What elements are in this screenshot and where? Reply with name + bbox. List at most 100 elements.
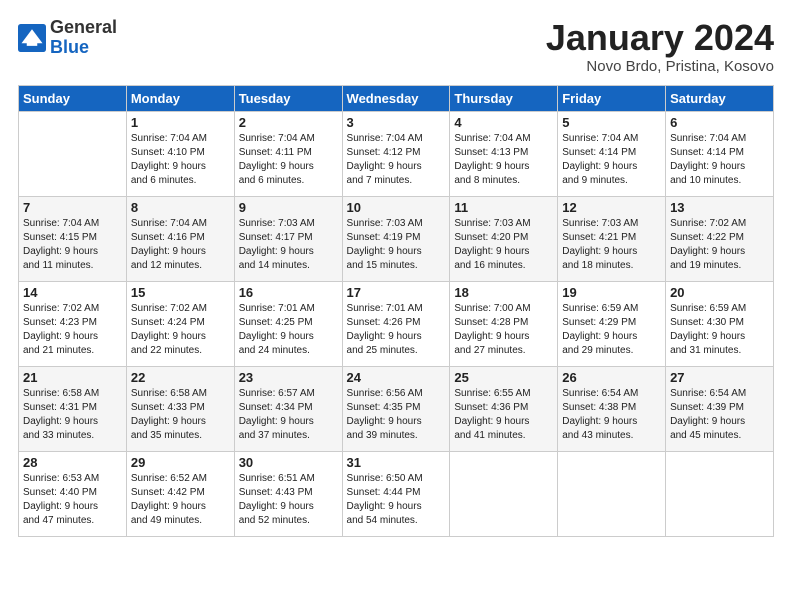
calendar-cell	[666, 451, 774, 536]
calendar-cell: 25 Sunrise: 6:55 AM Sunset: 4:36 PM Dayli…	[450, 366, 558, 451]
day-number: 19	[562, 285, 661, 300]
day-number: 22	[131, 370, 230, 385]
day-number: 5	[562, 115, 661, 130]
day-number: 17	[347, 285, 446, 300]
day-number: 9	[239, 200, 338, 215]
cell-info: Sunrise: 7:02 AM Sunset: 4:24 PM Dayligh…	[131, 302, 230, 358]
header: General Blue January 2024 Novo Brdo, Pri…	[18, 18, 774, 75]
cell-info: Sunrise: 6:59 AM Sunset: 4:30 PM Dayligh…	[670, 302, 769, 358]
day-number: 26	[562, 370, 661, 385]
title-block: January 2024 Novo Brdo, Pristina, Kosovo	[546, 18, 774, 75]
calendar-cell: 15 Sunrise: 7:02 AM Sunset: 4:24 PM Dayli…	[126, 281, 234, 366]
cell-info: Sunrise: 7:02 AM Sunset: 4:23 PM Dayligh…	[23, 302, 122, 358]
day-number: 12	[562, 200, 661, 215]
calendar-cell: 4Sunrise: 7:04 AM Sunset: 4:13 PM Daylig…	[450, 111, 558, 196]
calendar-cell: 22Sunrise: 6:58 AM Sunset: 4:33 PM Dayli…	[126, 366, 234, 451]
calendar-cell: 20 Sunrise: 6:59 AM Sunset: 4:30 PM Dayli…	[666, 281, 774, 366]
calendar-table: SundayMondayTuesdayWednesdayThursdayFrid…	[18, 85, 774, 537]
logo-text: General Blue	[50, 18, 117, 58]
day-number: 27	[670, 370, 769, 385]
calendar-cell: 24Sunrise: 6:56 AM Sunset: 4:35 PM Dayli…	[342, 366, 450, 451]
calendar-cell: 26 Sunrise: 6:54 AM Sunset: 4:38 PM Dayli…	[558, 366, 666, 451]
cell-info: Sunrise: 6:55 AM Sunset: 4:36 PM Dayligh…	[454, 387, 553, 443]
calendar-cell: 8 Sunrise: 7:04 AM Sunset: 4:16 PM Daylig…	[126, 196, 234, 281]
day-number: 29	[131, 455, 230, 470]
cell-info: Sunrise: 7:04 AM Sunset: 4:16 PM Dayligh…	[131, 217, 230, 273]
week-row-1: 1 Sunrise: 7:04 AM Sunset: 4:10 PM Daylig…	[19, 111, 774, 196]
day-number: 11	[454, 200, 553, 215]
day-header-thursday: Thursday	[450, 85, 558, 111]
cell-info: Sunrise: 6:51 AM Sunset: 4:43 PM Dayligh…	[239, 472, 338, 528]
calendar-cell: 18Sunrise: 7:00 AM Sunset: 4:28 PM Dayli…	[450, 281, 558, 366]
day-number: 23	[239, 370, 338, 385]
cell-info: Sunrise: 6:56 AM Sunset: 4:35 PM Dayligh…	[347, 387, 446, 443]
cell-info: Sunrise: 7:03 AM Sunset: 4:17 PM Dayligh…	[239, 217, 338, 273]
month-title: January 2024	[546, 18, 774, 58]
cell-info: Sunrise: 7:00 AM Sunset: 4:28 PM Dayligh…	[454, 302, 553, 358]
cell-info: Sunrise: 6:53 AM Sunset: 4:40 PM Dayligh…	[23, 472, 122, 528]
calendar-cell: 14Sunrise: 7:02 AM Sunset: 4:23 PM Dayli…	[19, 281, 127, 366]
day-number: 16	[239, 285, 338, 300]
week-row-2: 7 Sunrise: 7:04 AM Sunset: 4:15 PM Daylig…	[19, 196, 774, 281]
day-header-wednesday: Wednesday	[342, 85, 450, 111]
cell-info: Sunrise: 7:04 AM Sunset: 4:10 PM Dayligh…	[131, 132, 230, 188]
day-number: 21	[23, 370, 122, 385]
logo-blue: Blue	[50, 38, 117, 58]
logo: General Blue	[18, 18, 117, 58]
cell-info: Sunrise: 7:04 AM Sunset: 4:14 PM Dayligh…	[670, 132, 769, 188]
cell-info: Sunrise: 6:54 AM Sunset: 4:38 PM Dayligh…	[562, 387, 661, 443]
day-number: 7	[23, 200, 122, 215]
calendar-cell: 30 Sunrise: 6:51 AM Sunset: 4:43 PM Dayli…	[234, 451, 342, 536]
calendar-cell: 11Sunrise: 7:03 AM Sunset: 4:20 PM Dayli…	[450, 196, 558, 281]
cell-info: Sunrise: 7:03 AM Sunset: 4:19 PM Dayligh…	[347, 217, 446, 273]
cell-info: Sunrise: 7:01 AM Sunset: 4:25 PM Dayligh…	[239, 302, 338, 358]
cell-info: Sunrise: 7:04 AM Sunset: 4:15 PM Dayligh…	[23, 217, 122, 273]
location: Novo Brdo, Pristina, Kosovo	[546, 58, 774, 75]
day-number: 15	[131, 285, 230, 300]
day-header-sunday: Sunday	[19, 85, 127, 111]
calendar-cell	[558, 451, 666, 536]
cell-info: Sunrise: 7:04 AM Sunset: 4:13 PM Dayligh…	[454, 132, 553, 188]
calendar-cell: 7 Sunrise: 7:04 AM Sunset: 4:15 PM Daylig…	[19, 196, 127, 281]
calendar-cell: 12 Sunrise: 7:03 AM Sunset: 4:21 PM Dayli…	[558, 196, 666, 281]
calendar-cell: 2Sunrise: 7:04 AM Sunset: 4:11 PM Daylig…	[234, 111, 342, 196]
day-number: 30	[239, 455, 338, 470]
cell-info: Sunrise: 7:01 AM Sunset: 4:26 PM Dayligh…	[347, 302, 446, 358]
day-number: 8	[131, 200, 230, 215]
calendar-cell: 13 Sunrise: 7:02 AM Sunset: 4:22 PM Dayli…	[666, 196, 774, 281]
logo-general: General	[50, 18, 117, 38]
calendar-cell: 23 Sunrise: 6:57 AM Sunset: 4:34 PM Dayli…	[234, 366, 342, 451]
day-number: 28	[23, 455, 122, 470]
calendar-cell	[450, 451, 558, 536]
day-number: 3	[347, 115, 446, 130]
day-number: 20	[670, 285, 769, 300]
day-number: 2	[239, 115, 338, 130]
day-number: 1	[131, 115, 230, 130]
calendar-cell: 27Sunrise: 6:54 AM Sunset: 4:39 PM Dayli…	[666, 366, 774, 451]
cell-info: Sunrise: 7:04 AM Sunset: 4:12 PM Dayligh…	[347, 132, 446, 188]
calendar-cell: 5 Sunrise: 7:04 AM Sunset: 4:14 PM Daylig…	[558, 111, 666, 196]
calendar-cell: 1 Sunrise: 7:04 AM Sunset: 4:10 PM Daylig…	[126, 111, 234, 196]
day-number: 13	[670, 200, 769, 215]
cell-info: Sunrise: 7:02 AM Sunset: 4:22 PM Dayligh…	[670, 217, 769, 273]
week-row-5: 28 Sunrise: 6:53 AM Sunset: 4:40 PM Dayli…	[19, 451, 774, 536]
day-number: 25	[454, 370, 553, 385]
cell-info: Sunrise: 6:57 AM Sunset: 4:34 PM Dayligh…	[239, 387, 338, 443]
calendar-cell: 17 Sunrise: 7:01 AM Sunset: 4:26 PM Dayli…	[342, 281, 450, 366]
day-header-saturday: Saturday	[666, 85, 774, 111]
header-row: SundayMondayTuesdayWednesdayThursdayFrid…	[19, 85, 774, 111]
cell-info: Sunrise: 7:03 AM Sunset: 4:21 PM Dayligh…	[562, 217, 661, 273]
cell-info: Sunrise: 6:59 AM Sunset: 4:29 PM Dayligh…	[562, 302, 661, 358]
page: General Blue January 2024 Novo Brdo, Pri…	[0, 0, 792, 612]
logo-icon	[18, 24, 46, 52]
week-row-4: 21Sunrise: 6:58 AM Sunset: 4:31 PM Dayli…	[19, 366, 774, 451]
calendar-cell: 9 Sunrise: 7:03 AM Sunset: 4:17 PM Daylig…	[234, 196, 342, 281]
calendar-cell: 29 Sunrise: 6:52 AM Sunset: 4:42 PM Dayli…	[126, 451, 234, 536]
day-header-tuesday: Tuesday	[234, 85, 342, 111]
cell-info: Sunrise: 7:04 AM Sunset: 4:14 PM Dayligh…	[562, 132, 661, 188]
calendar-cell: 3 Sunrise: 7:04 AM Sunset: 4:12 PM Daylig…	[342, 111, 450, 196]
cell-info: Sunrise: 6:52 AM Sunset: 4:42 PM Dayligh…	[131, 472, 230, 528]
calendar-cell: 19 Sunrise: 6:59 AM Sunset: 4:29 PM Dayli…	[558, 281, 666, 366]
day-number: 6	[670, 115, 769, 130]
day-number: 31	[347, 455, 446, 470]
